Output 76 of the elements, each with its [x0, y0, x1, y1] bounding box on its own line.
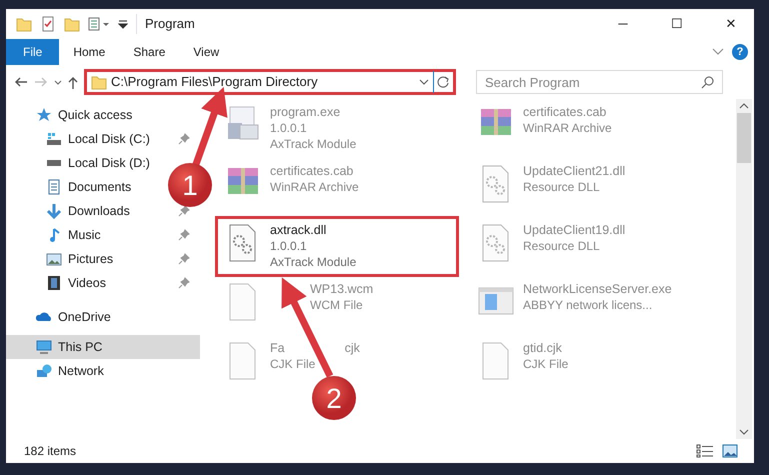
cloud-icon: [36, 312, 52, 322]
recent-dropdown-icon[interactable]: [54, 80, 62, 84]
window-title: Program: [136, 14, 195, 34]
file-name: gtid.cjk: [523, 341, 563, 356]
item-count: 182 items: [24, 443, 76, 460]
sidebar-item[interactable]: Videos: [6, 271, 200, 295]
file-name: NetworkLicenseServer.exe: [523, 282, 672, 297]
music-note-icon: [48, 227, 60, 243]
up-arrow-icon[interactable]: [68, 76, 78, 88]
checklist-icon[interactable]: [40, 16, 56, 32]
file-detail: 1.0.0.1: [270, 120, 308, 136]
sidebar-item[interactable]: Local Disk (C:): [6, 127, 200, 151]
pin-icon[interactable]: [178, 229, 190, 241]
picture-icon: [46, 252, 62, 266]
sidebar-item[interactable]: Music: [6, 223, 200, 247]
step-marker: 2: [312, 376, 356, 420]
pin-icon[interactable]: [178, 133, 190, 145]
file-detail: AxTrack Module: [270, 254, 356, 270]
file-menu-button[interactable]: File: [6, 39, 60, 65]
star-icon: [36, 107, 52, 123]
file-name: WP13.wcm: [310, 282, 374, 297]
drive-icon: [46, 160, 62, 166]
scroll-thumb[interactable]: [737, 113, 751, 163]
file-name: program.exe: [270, 105, 342, 120]
sidebar-item[interactable]: Network: [6, 359, 108, 383]
file-detail: ABBYY network licens...: [523, 297, 654, 313]
file-name: Fa cjk: [270, 341, 360, 356]
monitor-icon: [36, 339, 52, 355]
sidebar-item[interactable]: OneDrive: [6, 305, 115, 329]
minimize-button[interactable]: ─: [600, 9, 646, 39]
file-detail: Resource DLL: [523, 238, 601, 254]
back-arrow-icon[interactable]: [14, 77, 28, 87]
pin-icon[interactable]: [178, 205, 190, 217]
properties-icon[interactable]: [88, 16, 110, 32]
help-button[interactable]: ?: [732, 44, 748, 60]
file-item[interactable]: axtrack.dll 1.0.0.1 AxTrack Module: [218, 219, 456, 274]
pin-icon[interactable]: [178, 253, 190, 265]
chevron-icon[interactable]: [712, 48, 724, 56]
file-name: axtrack.dll: [270, 223, 328, 238]
search-field[interactable]: Search Program: [476, 70, 723, 94]
file-detail: WinRAR Archive: [270, 179, 359, 195]
document-icon: [46, 179, 62, 195]
pin-icon[interactable]: [178, 277, 190, 289]
film-icon: [47, 275, 61, 291]
ribbon-tab[interactable]: Share: [119, 39, 180, 65]
address-field[interactable]: C:\Program Files\Program Directory: [84, 69, 456, 95]
file-name: UpdateClient19.dll: [523, 223, 626, 238]
sidebar-item[interactable]: Documents: [6, 175, 136, 199]
dropdown-caret-icon[interactable]: [419, 79, 429, 85]
sidebar-item[interactable]: Quick access: [6, 103, 136, 127]
network-icon: [36, 364, 52, 378]
step-marker: 1: [168, 163, 212, 207]
ribbon-tab[interactable]: View: [179, 39, 234, 65]
file-detail: AxTrack Module: [270, 136, 356, 152]
file-detail: Resource DLL: [523, 179, 601, 195]
file-detail: WCM File: [310, 297, 364, 313]
large-icons-view-icon[interactable]: [722, 444, 738, 458]
search-icon: [701, 75, 715, 89]
file-detail: CJK File: [270, 356, 316, 372]
drive-icon: [46, 132, 62, 146]
file-detail: CJK File: [523, 356, 568, 372]
maximize-button[interactable]: ☐: [654, 9, 700, 39]
file-detail: WinRAR Archive: [523, 120, 612, 136]
close-button[interactable]: ✕: [708, 9, 754, 39]
folder-icon: [91, 74, 107, 90]
scrollbar[interactable]: [736, 99, 752, 439]
details-view-icon[interactable]: [696, 444, 714, 458]
sidebar-item[interactable]: Local Disk (D:): [6, 151, 154, 175]
sidebar-item[interactable]: Pictures: [6, 247, 200, 271]
down-arrow-icon: [46, 203, 62, 219]
file-name: certificates.cab: [523, 105, 608, 120]
file-name: UpdateClient21.dll: [523, 164, 626, 179]
file-detail: 1.0.0.1: [270, 238, 308, 254]
ribbon-tab[interactable]: Home: [59, 39, 120, 65]
sidebar-item[interactable]: This PC: [6, 335, 200, 359]
file-name: certificates.cab: [270, 164, 354, 179]
